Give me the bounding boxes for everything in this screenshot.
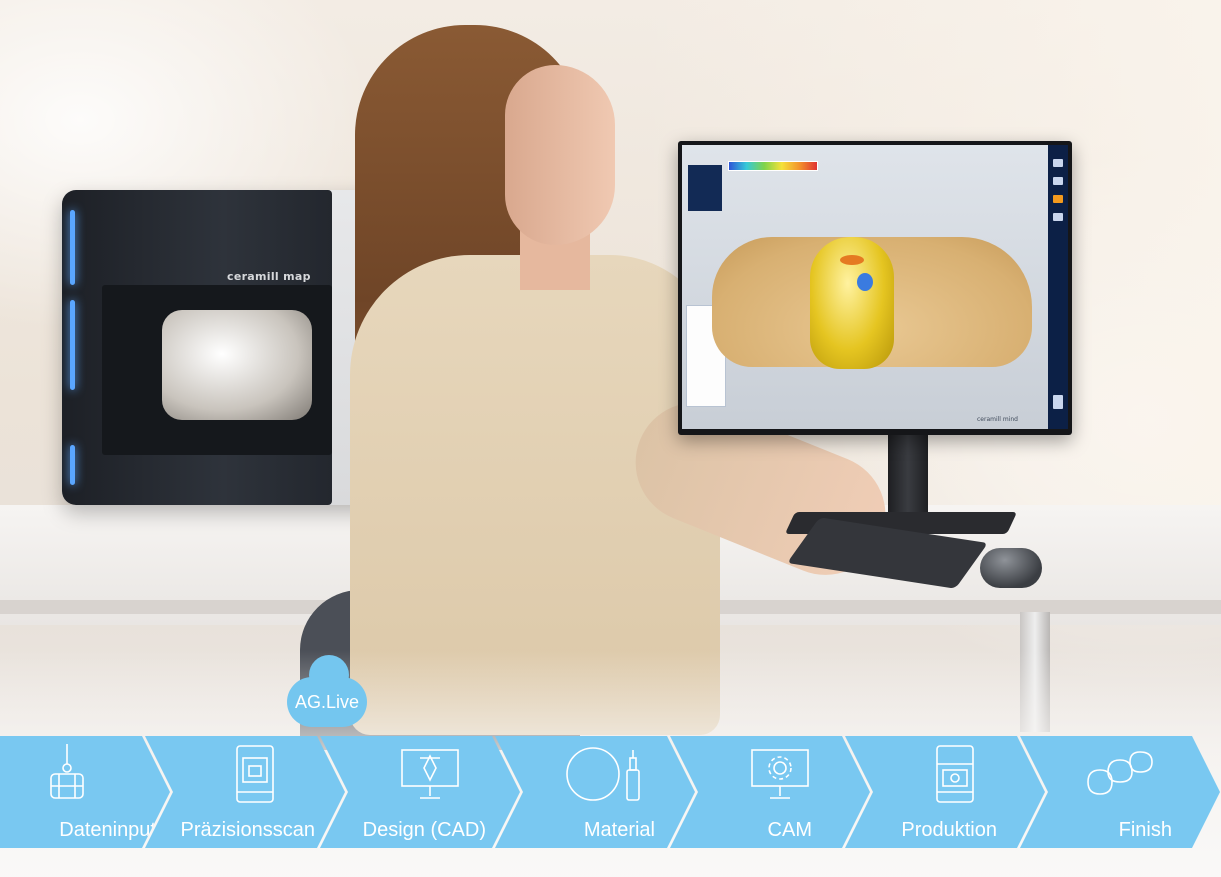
step-design-cad: Design (CAD) <box>320 736 520 848</box>
step-cam: CAM <box>670 736 870 848</box>
scanner-brand-label: ceramill map <box>227 270 311 283</box>
screen-menu-panel <box>688 165 722 211</box>
color-scale <box>728 161 818 171</box>
scanner-icon <box>223 742 287 806</box>
logo-icon <box>1053 395 1063 409</box>
step-label: Material <box>583 819 655 841</box>
step-finish: Finish <box>1020 736 1220 848</box>
screen-sidebar <box>1048 145 1068 429</box>
process-chevrons: Dateninput Präzisionsscan Design (CAD) M… <box>0 736 1221 848</box>
step-label: CAM <box>767 819 812 841</box>
step-label: Präzisionsscan <box>180 819 315 841</box>
mouse <box>980 548 1042 588</box>
crown-contact-marker <box>840 255 864 265</box>
crowns-icon <box>1080 742 1160 806</box>
scanner-light-stripe <box>70 300 75 390</box>
layer-icon <box>1053 213 1063 221</box>
milling-machine-icon <box>923 742 987 806</box>
ag-live-cloud: AG.Live <box>277 655 377 730</box>
monitor-stand <box>888 432 928 522</box>
woman-face <box>505 65 615 245</box>
cad-screen: ceramill mind <box>682 145 1048 429</box>
step-praezisionsscan: Präzisionsscan <box>145 736 345 848</box>
step-produktion: Produktion <box>845 736 1045 848</box>
articulator-icon <box>35 742 99 806</box>
monitor: ceramill mind <box>678 141 1072 435</box>
crown-contact-marker <box>857 273 873 291</box>
step-label: Design (CAD) <box>362 819 486 841</box>
step-label: Dateninput <box>59 819 156 841</box>
step-dateninput: Dateninput <box>0 736 170 848</box>
save-icon <box>1053 159 1063 167</box>
scanner-light-stripe <box>70 210 75 285</box>
step-material: Material <box>495 736 695 848</box>
step-label: Finish <box>1118 819 1172 841</box>
step-label: Produktion <box>901 819 997 841</box>
material-disc-icon <box>555 742 655 806</box>
scanner-front-panel: ceramill map <box>62 190 332 505</box>
cloud-label: AG.Live <box>294 692 360 712</box>
tool-icon <box>1053 177 1063 185</box>
scanner-light-stripe <box>70 445 75 485</box>
tooth-icon <box>1053 195 1063 203</box>
cam-monitor-icon <box>748 742 812 806</box>
dental-scanner: ceramill map <box>62 190 392 505</box>
screen-brand: ceramill mind <box>976 416 1018 423</box>
dental-model <box>162 310 312 420</box>
cad-monitor-icon <box>398 742 462 806</box>
